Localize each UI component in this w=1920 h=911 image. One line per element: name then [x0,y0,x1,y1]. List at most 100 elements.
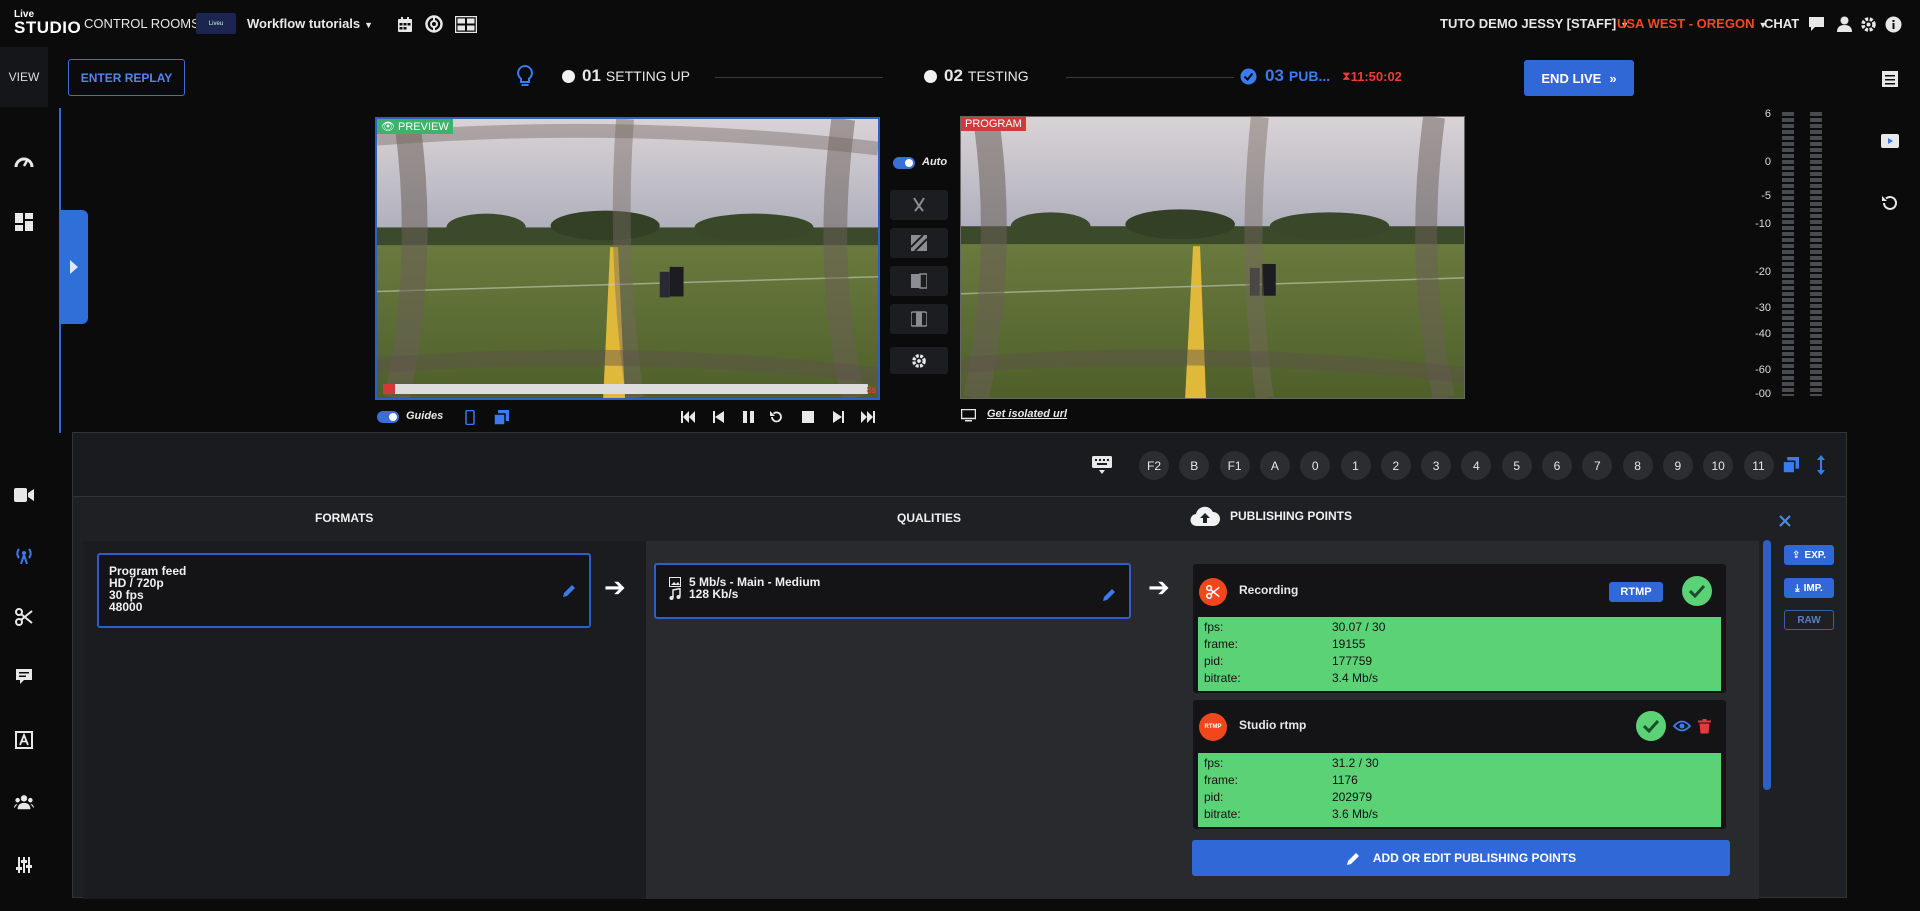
liveu-studio-logo[interactable]: Live STUDIO [14,10,81,38]
publishing-point-recording[interactable]: Recording RTMP fps: 30.07 / 30 frame: 1915… [1193,564,1726,693]
shortcut-key[interactable]: 5 [1501,451,1532,480]
expand-panel-button[interactable] [60,210,88,324]
mobile-icon[interactable] [463,408,477,426]
preview-monitor[interactable]: 👁 PREVIEW 8s [375,117,880,400]
info-icon[interactable] [1883,14,1903,34]
control-rooms-link[interactable]: CONTROL ROOMS [84,16,200,31]
scrubber-progress [383,384,396,394]
skip-to-start-icon[interactable] [680,409,696,425]
export-button[interactable]: ⇪ EXP. [1784,545,1834,565]
step-setting-up[interactable]: 01 SETTING UP [562,66,690,86]
preview-video-frame [377,119,878,398]
shortcut-key[interactable]: 2 [1380,451,1411,480]
pencil-icon[interactable] [562,583,577,598]
eye-icon: 👁 [381,121,395,133]
raw-button[interactable]: RAW [1784,610,1834,630]
user-icon[interactable] [1834,14,1854,34]
publishing-point-studio-rtmp[interactable]: RTMP Studio rtmp fps: 31.2 / 30 frame: 117… [1193,700,1726,829]
enter-replay-button[interactable]: ENTER REPLAY [68,59,185,96]
transition-settings-button[interactable] [890,347,948,374]
layout-icon[interactable] [454,14,478,34]
shortcut-key[interactable]: F1 [1219,451,1250,480]
shortcut-key[interactable]: F2 [1139,451,1169,480]
hourglass-icon: ⧗ [1342,68,1351,83]
format-card[interactable]: Program feed HD / 720p 30 fps 48000 [97,553,591,628]
step-back-icon[interactable] [710,409,726,425]
shortcut-key[interactable]: 3 [1421,451,1452,480]
preview-scrubber[interactable] [383,384,868,394]
gear-icon[interactable] [1858,14,1878,34]
chevron-down-icon: ▼ [364,20,374,30]
step-forward-icon[interactable] [830,409,846,425]
chat-bubble-icon[interactable] [1806,14,1826,34]
scrubber-time: 8s [866,385,876,395]
cut-transition-button[interactable] [890,190,948,220]
add-edit-publishing-points-button[interactable]: ADD OR EDIT PUBLISHING POINTS [1192,840,1730,876]
view-tab[interactable]: VIEW [0,47,48,107]
eye-icon[interactable] [1673,718,1691,734]
region-selector[interactable]: USA WEST - OREGON ▼ [1617,16,1767,31]
shortcut-key[interactable]: 9 [1662,451,1693,480]
wipe-transition-button[interactable] [890,228,948,258]
scissors-icon[interactable] [14,607,34,627]
camera-icon[interactable] [14,485,34,505]
replay-icon[interactable] [768,409,784,425]
skip-to-end-icon[interactable] [860,409,876,425]
close-icon[interactable] [1777,513,1793,529]
pencil-icon[interactable] [1102,587,1117,602]
stop-icon[interactable] [800,409,816,425]
text-overlay-icon[interactable] [14,730,34,750]
stinger-transition-button[interactable] [890,304,948,334]
program-tag: PROGRAM [961,117,1026,131]
step-connector [1066,77,1234,78]
users-group-icon[interactable] [14,792,34,812]
user-menu[interactable]: TUTO DEMO JESSY [STAFF] ▼ [1440,16,1629,31]
publishing-scrollbar[interactable] [1763,540,1771,790]
guides-toggle[interactable] [377,411,399,423]
keyboard-icon[interactable] [1091,455,1113,475]
quality-card[interactable]: 5 Mb/s - Main - Medium 128 Kb/s [654,563,1131,619]
shortcut-key[interactable]: 1 [1340,451,1371,480]
end-live-button[interactable]: END LIVE » [1524,60,1634,96]
stat-row: bitrate: 3.4 Mb/s [1204,671,1379,685]
copy-layers-icon[interactable] [492,408,510,426]
history-undo-icon[interactable] [1880,193,1900,213]
shortcut-key[interactable]: 7 [1582,451,1613,480]
workflow-selector[interactable]: Workflow tutorials ▼ [247,16,373,31]
shortcut-key[interactable]: 11 [1743,451,1774,480]
calendar-icon[interactable] [395,14,415,34]
shortcut-key[interactable]: 6 [1542,451,1572,480]
step-testing[interactable]: 02 TESTING [924,66,1029,86]
shortcut-key[interactable]: A [1259,451,1290,480]
download-icon: ⤓ [1795,582,1800,594]
shortcut-key[interactable]: 8 [1622,451,1653,480]
lightbulb-icon[interactable] [515,64,535,90]
fade-transition-button[interactable] [890,266,948,296]
format-fps: 30 fps [109,588,144,602]
chat-link[interactable]: CHAT [1764,16,1799,31]
step-publishing[interactable]: 03 PUB... ⧗ 11:50:02 [1240,66,1402,86]
lifebuoy-icon[interactable] [424,14,444,34]
program-monitor[interactable]: PROGRAM [960,116,1465,399]
copy-layers-icon[interactable] [1781,455,1801,475]
publishing-point-name: Studio rtmp [1239,718,1307,732]
auto-toggle[interactable] [893,157,915,169]
shortcut-key[interactable]: 10 [1703,451,1734,480]
pause-icon[interactable] [740,409,756,425]
shortcut-key[interactable]: 0 [1300,451,1331,480]
vertical-resize-icon[interactable] [1813,453,1829,477]
get-isolated-url-link[interactable]: Get isolated url [987,408,1067,420]
fade-icon [911,273,927,289]
shortcut-key[interactable]: 4 [1461,451,1492,480]
meter-label: -30 [1755,302,1771,314]
trash-icon[interactable] [1696,717,1712,735]
dashboard-gauge-icon[interactable] [14,151,34,171]
list-panel-icon[interactable] [1880,69,1900,89]
shortcut-key[interactable]: B [1179,451,1210,480]
grid-layout-icon[interactable] [14,212,34,232]
caption-icon[interactable] [14,667,34,687]
broadcast-icon[interactable] [14,545,34,565]
sliders-icon[interactable] [14,855,34,875]
media-player-icon[interactable] [1880,131,1900,151]
import-button[interactable]: ⤓ IMP. [1784,578,1834,598]
